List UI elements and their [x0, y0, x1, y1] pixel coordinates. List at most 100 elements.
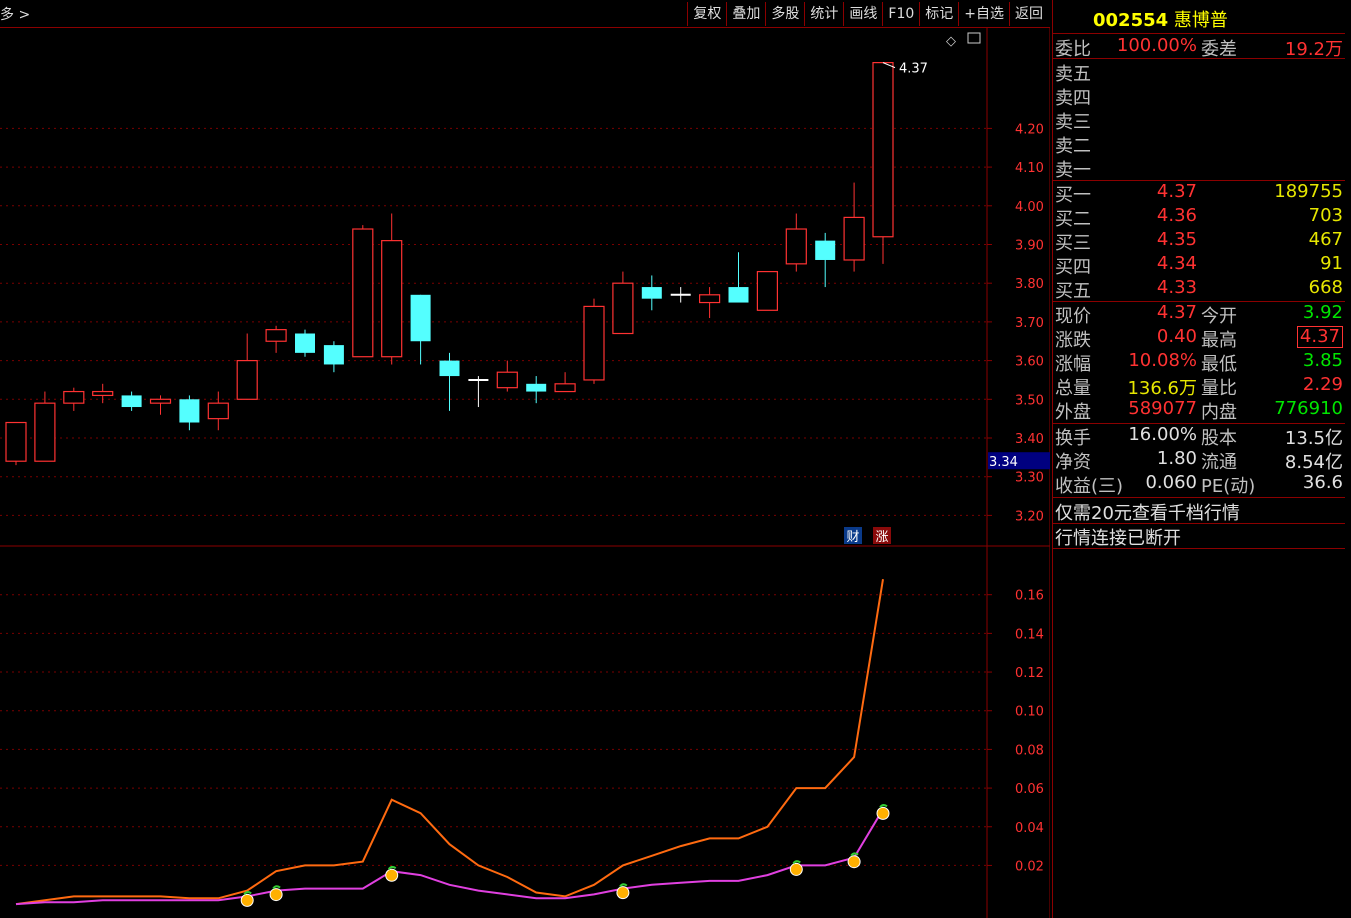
toolbar-button-0[interactable]: 复权 — [687, 2, 726, 26]
stat-label: 外盘 — [1055, 402, 1091, 423]
stat-label: 收益(三) — [1055, 476, 1124, 497]
sell-label: 卖五 — [1055, 64, 1091, 85]
stat2-row-1: 净资 1.80 流通 8.54亿 — [1053, 448, 1345, 473]
sell-row-1: 卖一 — [1053, 156, 1345, 181]
signal-marker-icon — [385, 868, 399, 882]
promo-text[interactable]: 仅需20元查看千档行情 — [1055, 499, 1240, 525]
price-tick-label: 3.60 — [1015, 355, 1044, 370]
toolbar-button-2[interactable]: 多股 — [765, 2, 804, 26]
stat-label: 量比 — [1201, 378, 1237, 399]
stat-label: 涨幅 — [1055, 354, 1091, 375]
candle-body — [785, 228, 807, 265]
indicator-tick-label: 0.06 — [1015, 782, 1044, 797]
buy-price: 4.37 — [1156, 181, 1197, 202]
toolbar-button-7[interactable]: +自选 — [958, 2, 1009, 26]
price-tick-label: 3.80 — [1015, 277, 1044, 292]
sell-label: 卖三 — [1055, 112, 1091, 133]
candle-body — [756, 270, 779, 311]
candle-body — [295, 333, 315, 353]
buy-row-1: 买一 4.37 189755 — [1053, 181, 1345, 206]
candle-body — [92, 390, 114, 397]
candle-body — [381, 240, 403, 358]
stat-value: 10.08% — [1128, 350, 1197, 371]
stat-value: 8.54亿 — [1284, 452, 1343, 473]
buy-label: 买四 — [1055, 257, 1091, 278]
stat-label: 内盘 — [1201, 402, 1237, 423]
stat2-row-2: 收益(三) 0.060 PE(动) 36.6 — [1053, 472, 1345, 497]
chart-area[interactable]: 4.20 4.10 4.00 3.90 3.80 3.70 3.60 3.50 3.40 3.30… — [0, 27, 1050, 918]
buy-row-3: 买三 4.35 467 — [1053, 229, 1345, 254]
more-menu[interactable]: 多 > — [0, 4, 30, 24]
indicator-tick-label: 0.10 — [1015, 705, 1044, 720]
sell-label: 卖四 — [1055, 88, 1091, 109]
window-icon — [967, 32, 981, 44]
stat-label: 净资 — [1055, 452, 1091, 473]
candle-body — [612, 282, 634, 335]
candle-body — [728, 287, 749, 303]
toolbar-button-3[interactable]: 统计 — [804, 2, 843, 26]
signal-marker-icon — [616, 886, 630, 900]
sell-row-4: 卖四 — [1053, 84, 1345, 109]
buy-row-2: 买二 4.36 703 — [1053, 205, 1345, 230]
stat2-row-0: 换手 16.00% 股本 13.5亿 — [1053, 424, 1345, 449]
price-tick-label: 3.20 — [1015, 509, 1044, 524]
toolbar-buttons: 复权 叠加 多股 统计 画线 F10 标记 +自选 返回 — [687, 2, 1048, 26]
indicator-tick-label: 0.16 — [1015, 589, 1044, 604]
stat-label: 股本 — [1201, 428, 1237, 449]
candle-body — [63, 390, 85, 404]
candle-body — [698, 294, 721, 304]
signal-marker-icon — [847, 855, 861, 869]
candle-body — [815, 240, 836, 260]
stat-label: 最高 — [1201, 330, 1237, 351]
buy-row-4: 买四 4.34 91 — [1053, 253, 1345, 278]
fin-badge: 财 — [846, 530, 859, 545]
candle-body — [641, 287, 662, 299]
signal-marker-icon — [876, 806, 890, 820]
stat-value: 4.37 — [1156, 302, 1197, 323]
price-tick-label: 4.20 — [1015, 122, 1044, 137]
indicator-tick-label: 0.14 — [1015, 627, 1044, 642]
toolbar-button-6[interactable]: 标记 — [919, 2, 958, 26]
candle-body — [5, 421, 27, 462]
toolbar-button-4[interactable]: 画线 — [843, 2, 882, 26]
sell-row-5: 卖五 — [1053, 60, 1345, 85]
buy-volume: 189755 — [1274, 181, 1343, 202]
toolbar-button-1[interactable]: 叠加 — [726, 2, 765, 26]
candle-body — [121, 395, 142, 408]
toolbar-button-5[interactable]: F10 — [882, 2, 919, 26]
indicator-tick-label: 0.02 — [1015, 859, 1044, 874]
candle-body — [236, 359, 258, 400]
indicator-tick-label: 0.04 — [1015, 821, 1044, 836]
candle-body — [554, 383, 576, 393]
candle-body — [179, 399, 200, 423]
stat-value: 3.85 — [1302, 350, 1343, 371]
buy-label: 买五 — [1055, 281, 1091, 302]
toolbar-button-8[interactable]: 返回 — [1009, 2, 1048, 26]
buy-price: 4.36 — [1156, 205, 1197, 226]
indicator-line-1 — [15, 808, 884, 906]
stat-row-4: 外盘 589077 内盘 776910 — [1053, 398, 1345, 423]
stat-value: 3.92 — [1302, 302, 1343, 323]
stat-value: 4.37 — [1296, 326, 1343, 348]
stat-value: 16.00% — [1128, 424, 1197, 445]
stat-value: 13.5亿 — [1284, 428, 1343, 449]
stat-value: 589077 — [1128, 398, 1197, 419]
up-badge: 涨 — [875, 530, 888, 545]
stat-value: 2.29 — [1302, 374, 1343, 395]
candle-body — [149, 398, 172, 404]
price-tick-label: 3.30 — [1015, 471, 1044, 486]
price-tick-label: 3.40 — [1015, 432, 1044, 447]
buy-price: 4.35 — [1156, 229, 1197, 250]
stat-label: 现价 — [1055, 306, 1091, 327]
stock-name: 惠博普 — [1173, 10, 1228, 31]
quote-panel: 002554 惠博普 委比 100.00% 委差 19.2万 卖五 卖四 卖三 卖二卖… — [1052, 0, 1351, 918]
sell-label: 卖一 — [1055, 160, 1091, 181]
price-tick-label: 4.00 — [1015, 200, 1044, 215]
stat-label: 换手 — [1055, 428, 1091, 449]
stat-label: 总量 — [1055, 378, 1091, 399]
stat-row-2: 涨幅 10.08% 最低 3.85 — [1053, 350, 1345, 375]
toolbar: 多 > 复权 叠加 多股 统计 画线 F10 标记 +自选 返回 — [0, 0, 1050, 28]
buy-label: 买一 — [1055, 185, 1091, 206]
status-row: 行情连接已断开 — [1053, 524, 1345, 549]
promo-row[interactable]: 仅需20元查看千档行情 — [1053, 499, 1345, 525]
